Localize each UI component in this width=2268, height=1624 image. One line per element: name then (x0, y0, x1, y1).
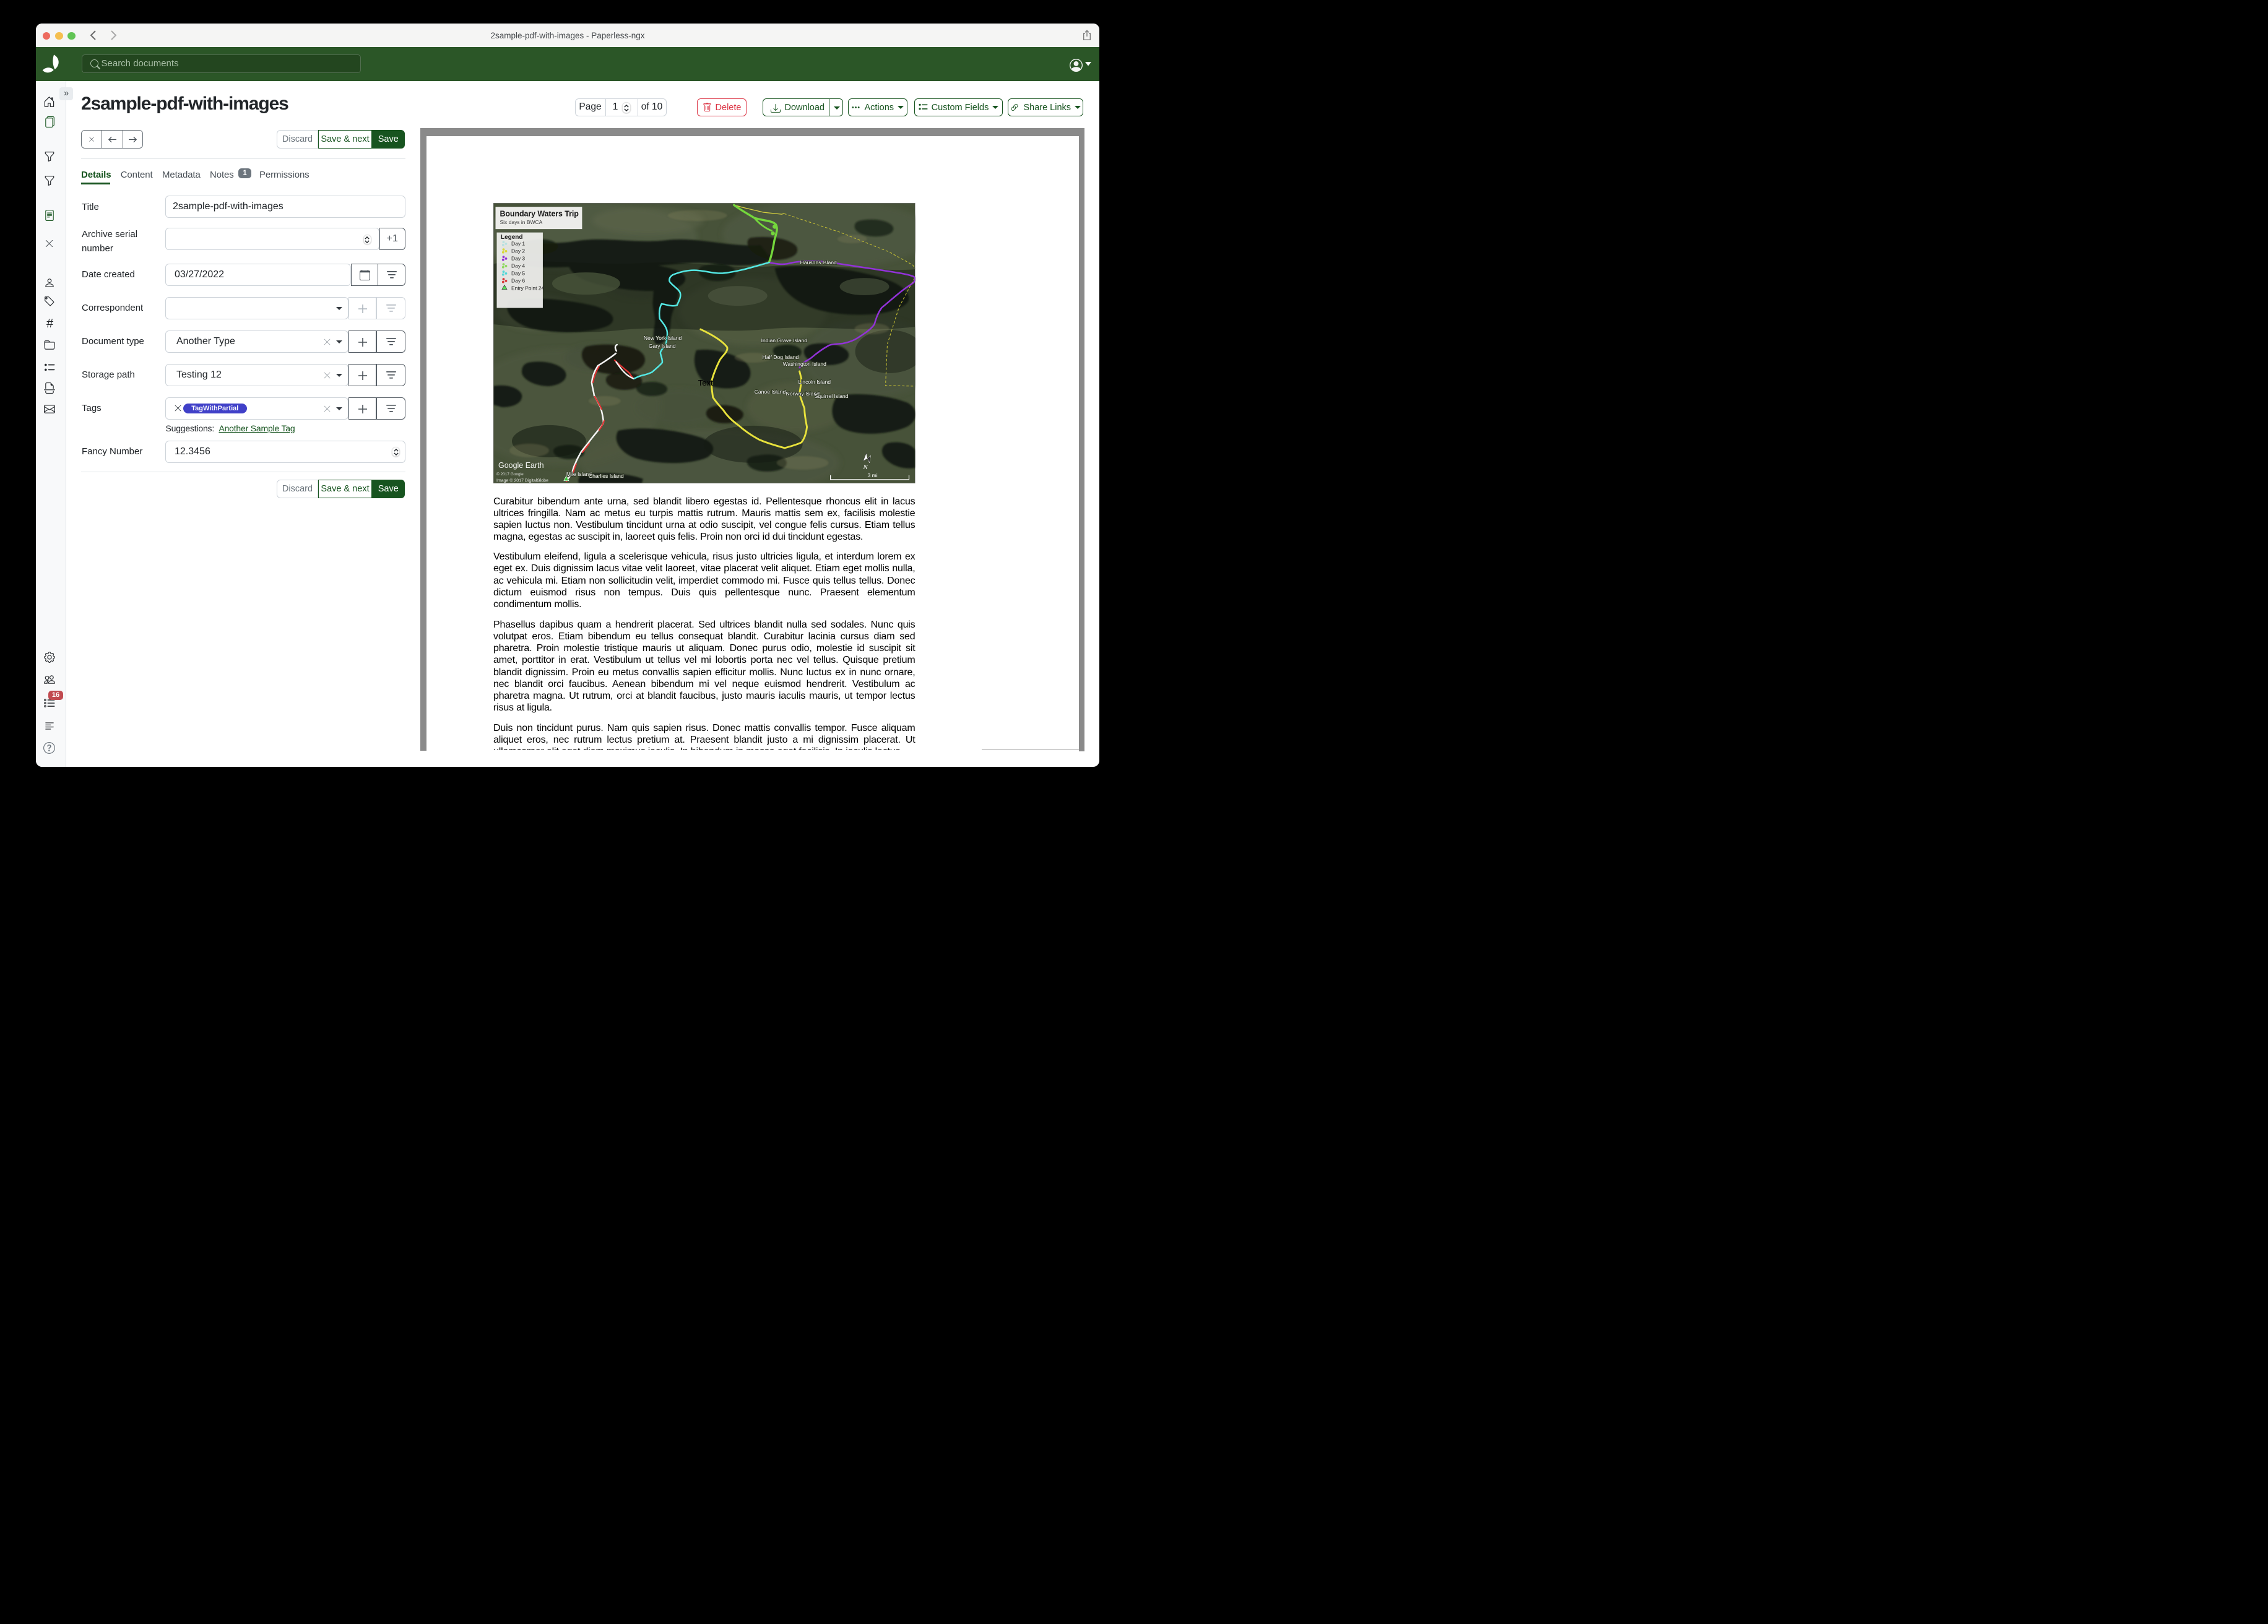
svg-text:Day 5: Day 5 (511, 270, 525, 277)
svg-text:Text: Text (698, 378, 713, 387)
svg-text:New York Island: New York Island (644, 335, 682, 341)
svg-text:Six days in BWCA: Six days in BWCA (500, 219, 542, 225)
svg-text:N: N (863, 464, 868, 471)
svg-text:© 2017 Google: © 2017 Google (496, 472, 524, 477)
svg-text:Gary Island: Gary Island (649, 343, 676, 349)
svg-text:Google Earth: Google Earth (498, 461, 544, 470)
svg-text:3 mi: 3 mi (868, 472, 878, 478)
svg-text:Day 1: Day 1 (511, 241, 525, 247)
svg-text:Washington Island: Washington Island (783, 361, 826, 367)
svg-text:Day 4: Day 4 (511, 263, 525, 269)
svg-text:Charlies Island: Charlies Island (589, 473, 624, 479)
svg-text:Squirrel Island: Squirrel Island (815, 393, 849, 399)
svg-text:Lincoln Island: Lincoln Island (799, 379, 831, 385)
svg-text:Hausons Island: Hausons Island (800, 259, 837, 266)
svg-text:Legend: Legend (501, 234, 523, 241)
svg-text:Day 3: Day 3 (511, 256, 525, 262)
svg-text:Indian Grave Island: Indian Grave Island (761, 337, 808, 343)
svg-text:Entry Point 24: Entry Point 24 (511, 285, 545, 292)
svg-text:Day 6: Day 6 (511, 278, 525, 284)
svg-text:Image © 2017 DigitalGlobe: Image © 2017 DigitalGlobe (496, 478, 548, 483)
svg-text:Day 2: Day 2 (511, 248, 525, 254)
svg-text:Boundary Waters Trip: Boundary Waters Trip (500, 210, 579, 218)
svg-text:Half Dog Island: Half Dog Island (763, 354, 799, 360)
svg-text:Canoe Island: Canoe Island (755, 389, 786, 395)
